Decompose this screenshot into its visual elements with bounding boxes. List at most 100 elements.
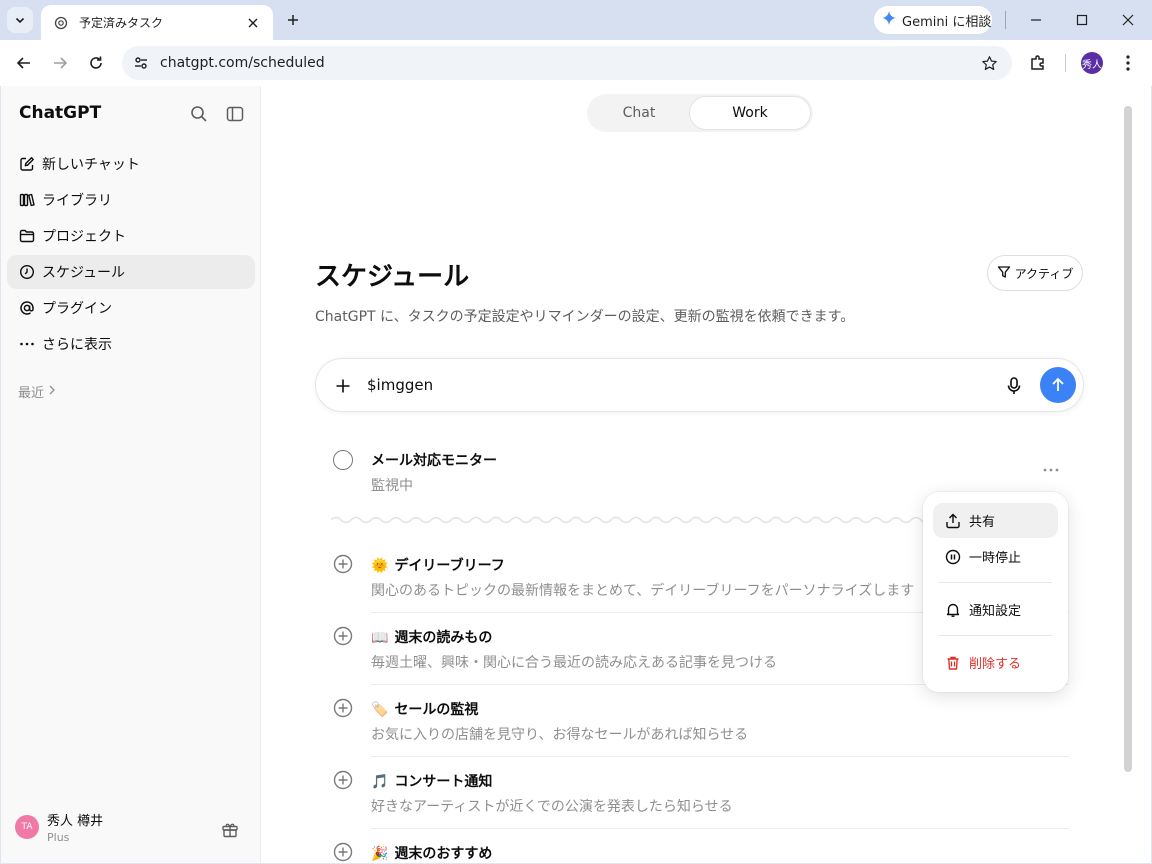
close-tab-icon[interactable]: [245, 15, 261, 31]
forward-button[interactable]: [48, 51, 72, 75]
suggestion-title-text: 週末のおすすめ: [394, 846, 493, 862]
tab-chat[interactable]: Chat: [589, 96, 689, 130]
filter-label: アクティブ: [1014, 266, 1074, 281]
menu-item-notifications[interactable]: 通知設定: [933, 592, 1058, 627]
divider: [1005, 11, 1006, 29]
close-window-button[interactable]: [1116, 8, 1140, 32]
divider: [371, 828, 1069, 829]
menu-item-label: 通知設定: [969, 604, 1022, 619]
bell-icon: [945, 602, 961, 618]
menu-item-pause[interactable]: 一時停止: [933, 539, 1058, 574]
add-circle-icon[interactable]: [333, 842, 353, 862]
address-bar[interactable]: chatgpt.com/scheduled: [122, 46, 1012, 80]
gemini-button[interactable]: Gemini に相談: [874, 6, 992, 34]
pause-icon: [945, 549, 961, 565]
send-button[interactable]: [1040, 367, 1076, 403]
profile-avatar[interactable]: 秀人: [1081, 52, 1103, 74]
browser-toolbar: chatgpt.com/scheduled 秀人: [0, 40, 1152, 86]
suggestion-title-text: セールの監視: [394, 702, 479, 718]
composer[interactable]: $imggen: [315, 358, 1084, 412]
add-circle-icon[interactable]: [333, 554, 353, 574]
new-tab-button[interactable]: [282, 9, 304, 31]
tab-work[interactable]: Work: [689, 96, 811, 130]
sidebar-item-label: プラグイン: [42, 301, 112, 317]
add-circle-icon[interactable]: [333, 626, 353, 646]
site-settings-icon[interactable]: [124, 46, 158, 80]
more-icon: [18, 335, 36, 353]
folder-icon: [18, 227, 36, 245]
task-title: メール対応モニター: [371, 453, 497, 469]
recent-section-toggle[interactable]: 最近: [18, 382, 56, 401]
music-emoji-icon: 🎵: [371, 774, 389, 790]
sidebar-item-new-chat[interactable]: 新しいチャット: [7, 147, 255, 181]
wavy-divider: [331, 516, 931, 524]
party-emoji-icon: 🎉: [371, 846, 389, 862]
suggestion-title-text: デイリーブリーフ: [394, 558, 505, 574]
avatar: TA: [15, 815, 39, 839]
chevron-down-icon: [15, 17, 25, 24]
sidebar-item-plugins[interactable]: プラグイン: [7, 291, 255, 325]
bookmark-star-icon[interactable]: [974, 48, 1004, 78]
puzzle-icon: [1031, 55, 1044, 70]
extensions-button[interactable]: [1026, 51, 1050, 75]
book-emoji-icon: 📖: [371, 630, 389, 646]
page-title: スケジュール: [315, 262, 470, 292]
toggle-sidebar-button[interactable]: [223, 102, 247, 126]
sidebar-item-more[interactable]: さらに表示: [7, 327, 255, 361]
back-button[interactable]: [12, 51, 36, 75]
add-circle-icon[interactable]: [333, 698, 353, 718]
clock-icon: [18, 263, 36, 281]
suggestion-description: 好きなアーティストが近くでの公演を発表したら知らせる: [371, 799, 733, 815]
arrow-left-icon: [16, 57, 30, 69]
add-circle-icon[interactable]: [333, 770, 353, 790]
browser-menu-button[interactable]: [1116, 51, 1140, 75]
composer-input[interactable]: $imggen: [367, 376, 433, 394]
gift-icon[interactable]: [220, 820, 240, 840]
user-name: 秀人 樽井: [47, 814, 104, 829]
plus-icon: [336, 379, 350, 393]
brand-title[interactable]: ChatGPT: [19, 103, 101, 123]
sidebar-item-schedule[interactable]: スケジュール: [7, 255, 255, 289]
suggestion-title-text: コンサート通知: [394, 774, 493, 790]
task-more-button[interactable]: [1039, 460, 1063, 480]
suggestion-title: 🌞 デイリーブリーフ: [371, 555, 505, 575]
chatgpt-page: ChatGPT 新しいチャット ライブラリ プロジェクト スケジュール プラグイ…: [1, 86, 1151, 863]
filter-button[interactable]: アクティブ: [987, 255, 1083, 291]
suggestion-item[interactable]: 🏷️ セールの監視 お気に入りの店舗を見守り、お得なセールがあれば知らせる: [333, 690, 1069, 762]
user-profile-button[interactable]: TA 秀人 樽井 Plus: [15, 810, 103, 844]
task-status: 監視中: [371, 478, 413, 494]
minimize-button[interactable]: [1024, 8, 1048, 32]
search-button[interactable]: [187, 102, 211, 126]
scrollbar[interactable]: [1124, 100, 1132, 856]
divider: [938, 582, 1052, 583]
gemini-label: Gemini に相談: [902, 14, 992, 30]
sidebar-item-projects[interactable]: プロジェクト: [7, 219, 255, 253]
at-icon: [18, 299, 36, 317]
search-icon: [191, 106, 207, 122]
reload-button[interactable]: [84, 51, 108, 75]
divider: [938, 635, 1052, 636]
sidebar-item-library[interactable]: ライブラリ: [7, 183, 255, 217]
suggestion-title: 📖 週末の読みもの: [371, 627, 492, 647]
task-status-circle[interactable]: [333, 450, 353, 470]
main-content: Chat Work スケジュール アクティブ ChatGPT に、タスクの予定設…: [262, 86, 1151, 863]
recent-label: 最近: [18, 386, 45, 401]
sidebar-item-label: プロジェクト: [42, 229, 126, 245]
add-attachment-button[interactable]: [331, 374, 355, 398]
scrollbar-thumb[interactable]: [1124, 106, 1132, 772]
menu-item-share[interactable]: 共有: [933, 503, 1058, 538]
menu-item-label: 削除する: [969, 657, 1022, 672]
suggestion-item[interactable]: 🎉 週末のおすすめ: [333, 834, 1069, 863]
sidebar-nav: 新しいチャット ライブラリ プロジェクト スケジュール プラグイン さらに表示: [7, 147, 255, 363]
arrow-right-icon: [54, 57, 68, 69]
task-context-menu: 共有 一時停止 通知設定 削除する: [923, 492, 1068, 692]
openai-logo-icon: [53, 15, 69, 31]
menu-item-delete[interactable]: 削除する: [933, 645, 1058, 680]
suggestion-item[interactable]: 🎵 コンサート通知 好きなアーティストが近くでの公演を発表したら知らせる: [333, 762, 1069, 834]
menu-item-label: 共有: [969, 515, 996, 530]
tab-search-button[interactable]: [7, 7, 33, 33]
browser-tab[interactable]: 予定済みタスク: [41, 5, 273, 40]
maximize-button[interactable]: [1070, 8, 1094, 32]
library-icon: [18, 191, 36, 209]
voice-input-button[interactable]: [1002, 374, 1026, 398]
